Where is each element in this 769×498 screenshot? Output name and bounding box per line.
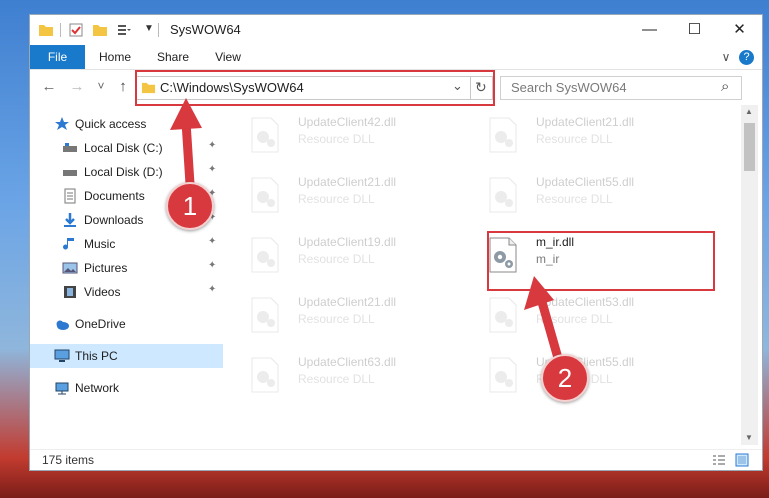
annotation-arrows [170, 98, 563, 363]
arrow-to-address-bar [170, 98, 202, 189]
step-badge-1: 1 [166, 182, 214, 230]
step-badge-2: 2 [541, 354, 589, 402]
arrow-to-file [524, 276, 563, 363]
